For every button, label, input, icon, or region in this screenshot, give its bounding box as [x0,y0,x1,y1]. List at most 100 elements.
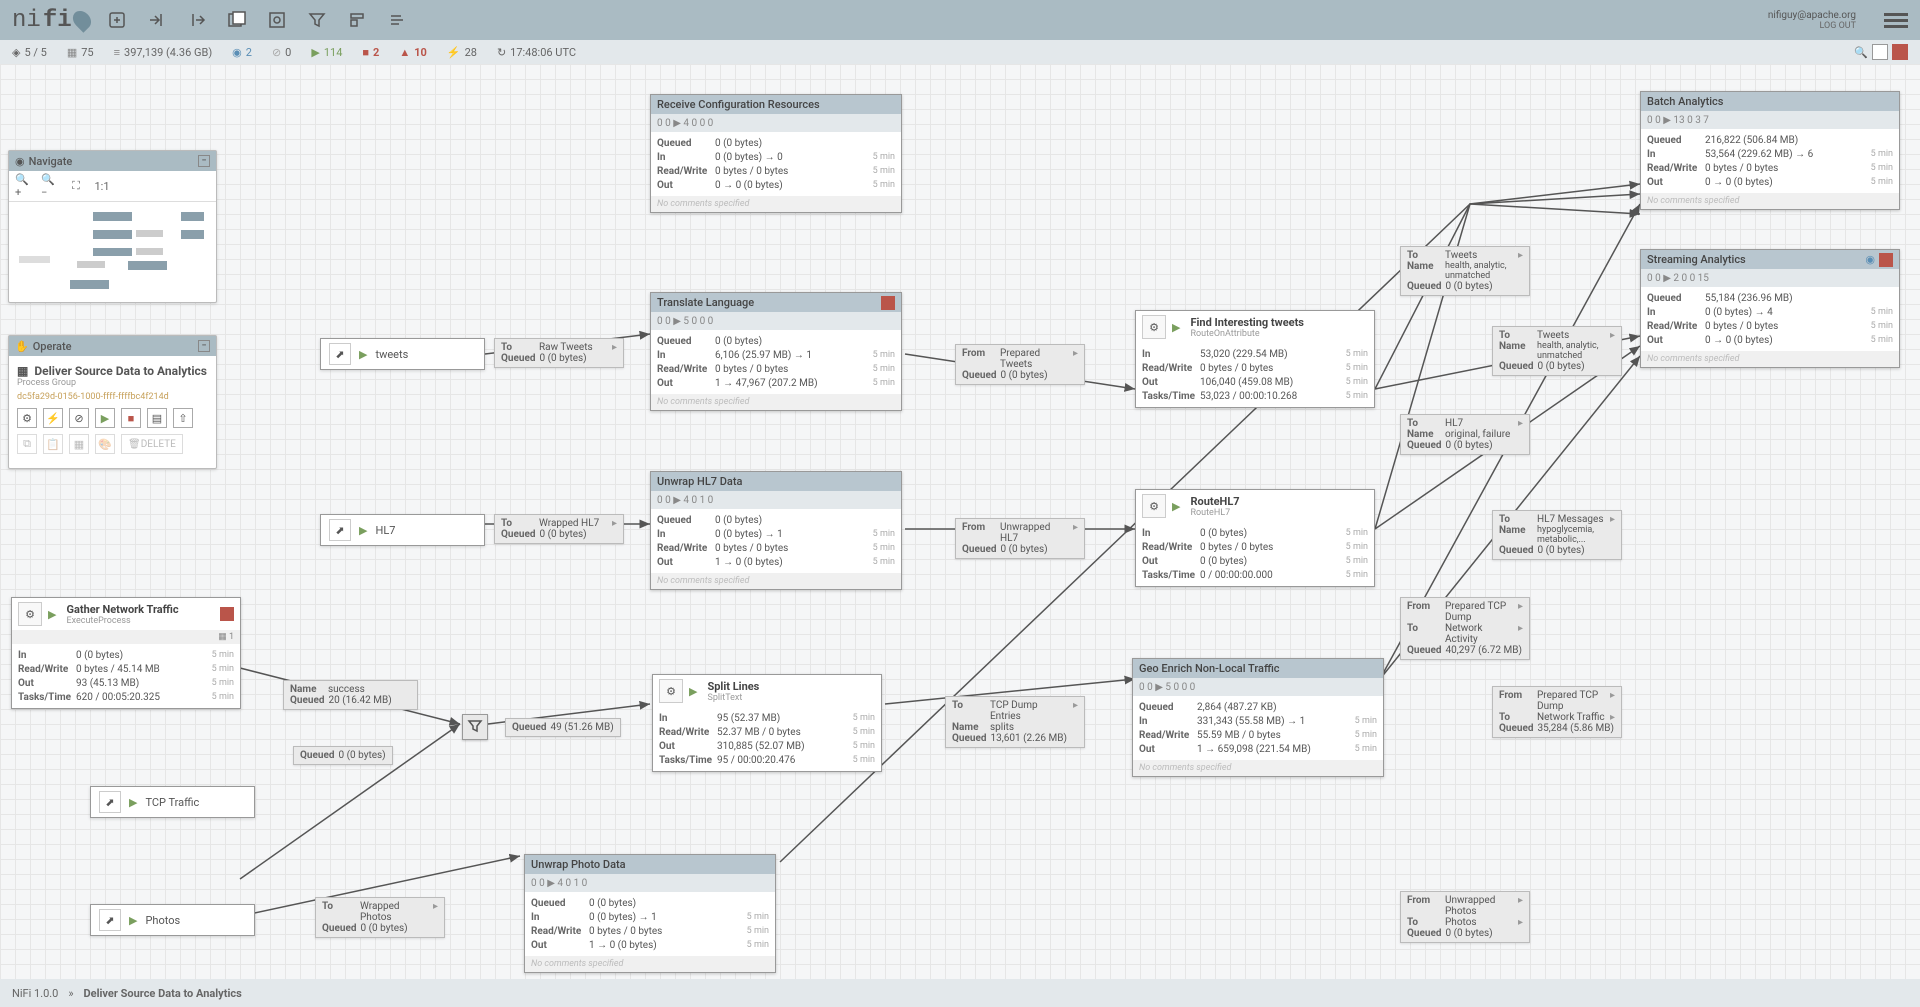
conn-to-tweets[interactable]: ToTweets▸ Namehealth, analytic, unmatche… [1400,246,1530,296]
pg-unwrap-photo[interactable]: Unwrap Photo Data 0 0 ▶ 4 0 1 0 Queued0 … [524,854,776,973]
add-input-port-icon[interactable] [146,9,168,31]
start-button[interactable]: ▶ [95,408,115,428]
pg-receive-config[interactable]: Receive Configuration Resources 0 0 ▶ 4 … [650,94,902,213]
pg-rw: 0 bytes / 0 bytes [1705,163,1871,174]
pg-out: 1 → 0 (0 bytes) [715,557,873,568]
proc-gather-network[interactable]: ⚙ ▶ Gather Network TrafficExecuteProcess… [11,597,241,709]
search-icon[interactable]: 🔍 [1854,46,1868,59]
enable-button[interactable]: ⚡ [43,408,63,428]
bulletin-icon[interactable] [881,296,895,310]
chevron-right-icon[interactable]: ▸ [1518,601,1523,623]
conn-unwrapped-hl7[interactable]: FromUnwrapped HL7▸ Queued0 (0 bytes) [955,518,1085,559]
breadcrumb-current[interactable]: Deliver Source Data to Analytics [84,987,242,1000]
chevron-right-icon[interactable]: ▸ [1518,623,1523,645]
pg-status: 0 0 ▶ 13 0 3 7 [1647,115,1709,126]
template-button[interactable]: ▤ [147,408,167,428]
add-funnel-icon[interactable] [306,9,328,31]
add-label-icon[interactable] [386,9,408,31]
stopped-count: 2 [373,46,379,59]
logout-link[interactable]: LOG OUT [1768,21,1856,31]
pg-rw: 0 bytes / 0 bytes [715,166,873,177]
input-port-tcp[interactable]: ⬈ ▶ TCP Traffic [90,786,255,818]
proc-tasks: 53,023 / 00:00:10.268 [1200,391,1346,402]
chevron-right-icon[interactable]: ▸ [1518,917,1523,928]
add-processor-icon[interactable] [106,9,128,31]
conn-wrapped-photos[interactable]: ToWrapped Photos▸ Queued0 (0 bytes) [315,897,445,938]
operate-icon: ✋ [15,340,29,353]
add-template-icon[interactable] [346,9,368,31]
add-output-port-icon[interactable] [186,9,208,31]
input-port-photos[interactable]: ⬈ ▶ Photos [90,904,255,936]
conn-raw-tweets[interactable]: ToRaw Tweets▸ Queued0 (0 bytes) [494,338,624,368]
input-port-tweets[interactable]: ⬈ ▶ tweets [320,338,485,370]
proc-route-hl7[interactable]: ⚙ ▶ RouteHL7RouteHL7 In0 (0 bytes)5 min … [1135,489,1375,587]
op-id: dc5fa29d-0156-1000-ffff-ffffbc4f214d [17,392,208,402]
chevron-right-icon[interactable]: ▸ [1610,690,1615,712]
chevron-right-icon[interactable]: ▸ [1518,418,1523,429]
flow-canvas[interactable]: ◉Navigate− 🔍+ 🔍− ⛶ 1:1 ✋Ope [0,64,1920,979]
chevron-right-icon[interactable]: ▸ [1073,522,1078,544]
chevron-right-icon[interactable]: ▸ [433,901,438,923]
conn-funnel-out2[interactable]: Queued0 (0 bytes) [293,746,393,765]
bulletin-icon[interactable] [1879,253,1893,267]
pg-geo-enrich[interactable]: Geo Enrich Non-Local Traffic 0 0 ▶ 5 0 0… [1132,658,1384,777]
chevron-right-icon[interactable]: ▸ [612,518,617,529]
chevron-right-icon[interactable]: ▸ [1610,330,1615,341]
conn-tcp-prep[interactable]: FromPrepared TCP Dump▸ ToNetwork Activit… [1400,597,1530,660]
zoom-actual-icon[interactable]: 1:1 [93,177,111,195]
conn-wrapped-hl7[interactable]: ToWrapped HL7▸ Queued0 (0 bytes) [494,514,624,544]
pg-translate-language[interactable]: Translate Language 0 0 ▶ 5 0 0 0 Queued0… [650,292,902,411]
stop-button[interactable]: ■ [121,408,141,428]
add-process-group-icon[interactable] [226,9,248,31]
pg-unwrap-hl7[interactable]: Unwrap HL7 Data 0 0 ▶ 4 0 1 0 Queued0 (0… [650,471,902,590]
upload-template-button[interactable]: ⇧ [173,408,193,428]
zoom-in-icon[interactable]: 🔍+ [15,177,33,195]
zoom-out-icon[interactable]: 🔍− [41,177,59,195]
conn-funnel-out[interactable]: Queued49 (51.26 MB) [505,718,621,737]
chevron-right-icon[interactable]: ▸ [1518,895,1523,917]
chevron-right-icon[interactable]: ▸ [1610,712,1615,723]
pg-status: 0 0 ▶ 5 0 0 0 [1139,682,1195,693]
configure-button[interactable]: ⚙ [17,408,37,428]
conn-to-hl7[interactable]: ToHL7▸ Nameoriginal, failure Queued0 (0 … [1400,414,1530,455]
chevron-right-icon[interactable]: ▸ [1073,700,1078,722]
conn-success[interactable]: Namesuccess Queued20 (16.42 MB) [283,680,418,710]
bulletin-board-icon[interactable] [1892,44,1908,60]
pg-out: 0 → 0 (0 bytes) [1705,177,1871,188]
collapse-icon[interactable]: − [198,155,210,167]
conn-to-tweets2[interactable]: ToTweets▸ Namehealth, analytic, unmatche… [1492,326,1622,376]
conn-to-hl7-msg[interactable]: ToHL7 Messages▸ Namehypoglycemia, metabo… [1492,510,1622,560]
proc-find-tweets[interactable]: ⚙ ▶ Find Interesting tweetsRouteOnAttrib… [1135,310,1375,408]
conn-tcp-dump[interactable]: ToTCP Dump Entries▸ Namesplits Queued13,… [945,696,1085,748]
bulletin-icon[interactable] [220,607,234,621]
chevron-right-icon[interactable]: ▸ [1610,514,1615,525]
global-menu-icon[interactable] [1884,13,1908,28]
chevron-right-icon[interactable]: ▸ [1518,250,1523,261]
pg-streaming-analytics[interactable]: Streaming Analytics◉ 0 0 ▶ 2 0 0 15 Queu… [1640,249,1900,368]
conn-tcp-prep2[interactable]: FromPrepared TCP Dump▸ ToNetwork Traffic… [1492,686,1622,738]
chevron-right-icon[interactable]: ▸ [612,342,617,353]
input-port-hl7[interactable]: ⬈ ▶ HL7 [320,514,485,546]
invalid-icon: ▲ [399,46,410,59]
search-input[interactable] [1872,44,1888,60]
running-icon: ▶ [1172,500,1180,513]
pg-batch-analytics[interactable]: Batch Analytics 0 0 ▶ 13 0 3 7 Queued216… [1640,91,1900,210]
collapse-icon[interactable]: − [198,340,210,352]
add-remote-group-icon[interactable] [266,9,288,31]
conn-unwrap-photos[interactable]: FromUnwrapped Photos▸ ToPhotos▸ Queued0 … [1400,891,1530,943]
proc-rw: 0 bytes / 0 bytes [1200,542,1346,553]
zoom-fit-icon[interactable]: ⛶ [67,177,85,195]
proc-rw: 0 bytes / 45.14 MB [76,664,212,675]
pg-rw: 0 bytes / 0 bytes [715,543,873,554]
chevron-right-icon[interactable]: ▸ [1073,348,1078,370]
pg-out: 0 → 0 (0 bytes) [715,180,873,191]
disable-button[interactable]: ⊘ [69,408,89,428]
navigate-icon: ◉ [15,155,25,168]
proc-title: Gather Network Traffic [66,603,214,616]
refresh-icon: ↻ [497,46,506,59]
birdseye-view[interactable] [9,202,216,302]
header-toolbar: nifi nifiguy@apache.org LOG OUT [0,0,1920,40]
funnel[interactable] [462,714,488,740]
proc-split-lines[interactable]: ⚙ ▶ Split LinesSplitText In95 (52.37 MB)… [652,674,882,772]
conn-prepared-tweets[interactable]: FromPrepared Tweets▸ Queued0 (0 bytes) [955,344,1085,385]
